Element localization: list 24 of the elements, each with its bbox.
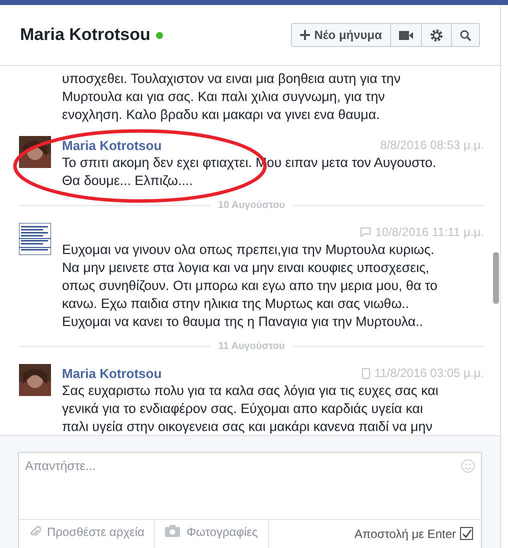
search-button[interactable]	[451, 24, 479, 46]
conversation-title: Maria Kotrotsou	[20, 25, 150, 44]
send-on-enter-label[interactable]: Αποστολή με Enter	[354, 520, 481, 548]
sender-name[interactable]: Maria Kotrotsou	[62, 138, 162, 152]
message-text: Σας ευχαριστω πολυ για τα καλα σας λόγια για τις ευχες σας και γενικά για το ενδιαφέρον σας. Εύχομαι απο καρδιάς υγεία και παλι υγεία στην οικογενεια σας και μακάρι κανενα παιδί να μην	[62, 382, 440, 435]
message-timestamp: 8/8/2016 08:53 μ.μ.	[380, 138, 484, 152]
video-camera-icon	[399, 30, 413, 40]
reply-field[interactable]: Απαντήστε... Προσθέστε αρχεία Φωτογραφίες Αποστολή με Enter	[18, 452, 482, 548]
sender-name[interactable]: Maria Kotrotsou	[62, 366, 162, 380]
camera-icon	[165, 525, 180, 537]
date-divider: 11 Αυγούστου	[218, 341, 285, 352]
message-timestamp: 11/8/2016 03:05 μ.μ.	[374, 366, 484, 380]
message-text: υποσχεθει. Τουλαχιστον να ειναι μια βοηθεια αυτη για την Μυρτουλα και για σας. Και παλι χιλια συγνωμη, για την ενοχληση. Καλο βραδυ και μακαρι να γινει ενα θαυμα.	[62, 70, 402, 124]
chat-bubble-icon	[360, 227, 372, 237]
send-on-enter-checkbox[interactable]	[460, 527, 473, 540]
scrollbar-thumb[interactable]	[493, 252, 499, 304]
message-text: Ευχομαι να γινουν ολα οπως πρεπει,για την Μυρτουλα κυριως. Να μην μεινετε στα λογια και να μην ειναι κουφιες υποσχεσεις, οπως συνηθίζουν. Οτι μπορω και εγω απο την μερια μου, θα το κανω. Εχω παιδια στην ηλικια της Μυρτως και σας νιωθω.. Ευχομαι να κανει το θαυμα της η Παναγια για την Μυρτουλα..	[62, 241, 438, 331]
date-divider: 10 Αυγούστου	[218, 200, 286, 211]
settings-icon	[430, 28, 443, 42]
mobile-phone-icon	[362, 368, 370, 378]
search-icon	[460, 30, 471, 40]
plus-icon	[300, 30, 310, 40]
message-timestamp: 10/8/2016 11:11 μ.μ.	[375, 225, 484, 239]
paperclip-icon	[29, 525, 41, 538]
